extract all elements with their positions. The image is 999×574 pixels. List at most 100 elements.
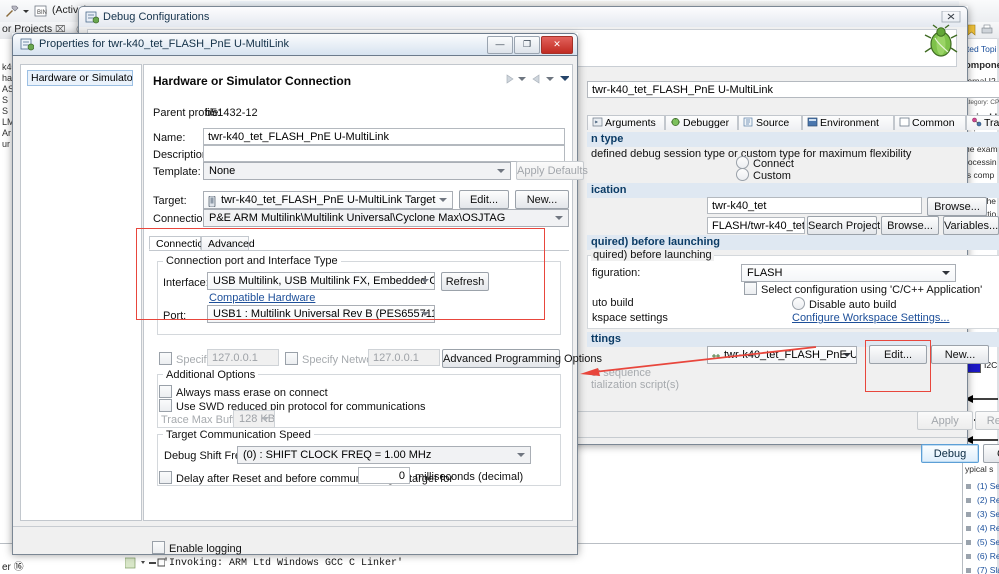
target-edit-button[interactable]: Edit... (459, 190, 509, 209)
bullet-icon (966, 498, 971, 503)
tab-source-label: Source (756, 117, 790, 129)
close-button[interactable]: Close (983, 444, 999, 463)
page-nav-arrows[interactable] (497, 72, 569, 86)
tab-advanced[interactable]: Advanced (201, 236, 255, 250)
delay-input[interactable]: 0 (358, 467, 410, 484)
help-view-toolbar (963, 22, 999, 39)
variables-button[interactable]: Variables... (943, 216, 999, 235)
tab-source[interactable]: Source (738, 115, 802, 130)
tab-debugger-label: Debugger (683, 117, 730, 129)
compatible-hardware-link[interactable]: Compatible Hardware (209, 292, 315, 304)
shift-freq-combo[interactable]: (0) : SHIFT CLOCK FREQ = 1.00 MHz (237, 446, 531, 464)
help-step-4[interactable]: (4) Rec (977, 523, 999, 533)
build-configuration-combo[interactable]: FLASH (741, 264, 956, 282)
maximize-button[interactable]: ❐ (514, 36, 540, 54)
interface-combo[interactable]: USB Multilink, USB Multilink FX, Embedde… (207, 272, 435, 290)
connection-type-combo[interactable]: P&E ARM Multilink\Multilink Universal\Cy… (203, 209, 569, 227)
debug-configurations-title: Debug Configurations (103, 11, 210, 23)
help-step-7[interactable]: (7) Slav (977, 565, 999, 574)
help-typical-sequence: ypical s (965, 464, 994, 474)
help-step-1[interactable]: (1) Sen (977, 481, 999, 491)
console-tab-label[interactable]: er ⑯ (2, 558, 24, 573)
tab-arguments[interactable]: Arguments (587, 115, 665, 130)
properties-dialog-title: Properties for twr-k40_tet_FLASH_PnE U-M… (39, 38, 290, 50)
advanced-programming-options-button[interactable]: Advanced Programming Options (442, 349, 602, 368)
console-toolbar-icons[interactable] (125, 557, 165, 569)
properties-titlebar[interactable]: Properties for twr-k40_tet_FLASH_PnE U-M… (12, 33, 578, 56)
application-browse-button[interactable]: Browse... (881, 216, 939, 235)
help-related-topics[interactable]: ited Topi (965, 44, 997, 54)
mass-erase-checkbox[interactable]: Always mass erase on connect (159, 385, 328, 399)
launch-config-name-input[interactable]: twr-k40_tet_FLASH_PnE U-MultiLink (587, 81, 999, 98)
help-step-2[interactable]: (2) Rec (977, 495, 999, 505)
common-icon (899, 117, 910, 127)
radio-icon[interactable] (736, 168, 749, 181)
close-button[interactable]: ✕ (541, 36, 573, 54)
radio-disable-auto-build[interactable]: Disable auto build (792, 297, 896, 311)
project-browse-button[interactable]: Browse... (927, 197, 987, 216)
help-step-6[interactable]: (6) Rec (977, 551, 999, 561)
application-input[interactable]: FLASH/twr-k40_tet.elf (707, 217, 805, 234)
debug-configurations-titlebar[interactable]: Debug Configurations (78, 6, 968, 27)
minimize-button[interactable]: — (487, 36, 513, 54)
tab-environment[interactable]: Environment (802, 115, 894, 130)
properties-icon (20, 38, 34, 51)
revert-button[interactable]: Revert (975, 411, 999, 430)
checkbox-icon[interactable] (159, 352, 172, 365)
swd-label: Use SWD reduced pin protocol for communi… (176, 401, 426, 413)
template-combo[interactable]: None (203, 162, 511, 180)
description-input[interactable] (203, 145, 565, 162)
apply-button[interactable]: Apply (917, 411, 973, 430)
tab-common[interactable]: Common (894, 115, 966, 130)
delay-units-label: milliseconds (decimal) (415, 471, 524, 483)
specify-ip-input[interactable]: 127.0.0.1 (207, 349, 279, 366)
auto-build-label: uto build (592, 297, 634, 309)
target-new-button[interactable]: New... (515, 190, 569, 209)
sidebar-item-hardware-connection[interactable]: Hardware or Simulator Conn (27, 70, 133, 86)
specify-network-card-input[interactable]: 127.0.0.1 (368, 349, 440, 366)
bullet-icon (966, 554, 971, 559)
refresh-button[interactable]: Refresh (441, 272, 489, 291)
checkbox-icon[interactable] (285, 352, 298, 365)
swd-checkbox[interactable]: Use SWD reduced pin protocol for communi… (159, 399, 425, 413)
init-script-label: tialization script(s) (591, 379, 680, 391)
checkbox-icon[interactable] (159, 385, 172, 398)
tab-common-label: Common (912, 117, 955, 129)
chevron-down-icon[interactable] (21, 3, 30, 19)
name-input[interactable]: twr-k40_tet_FLASH_PnE U-MultiLink (203, 128, 565, 145)
apply-defaults-button[interactable]: Apply Defaults (516, 161, 588, 180)
select-config-checkbox[interactable]: Select configuration using 'C/C++ Applic… (744, 282, 982, 296)
checkbox-icon[interactable] (744, 282, 757, 295)
trace-buffer-value: 128 KB (239, 413, 275, 425)
config-icon[interactable]: BIN (33, 3, 49, 19)
trace-buffer-combo[interactable]: 128 KB (233, 410, 275, 428)
settings-new-button[interactable]: New... (931, 345, 989, 364)
debug-button[interactable]: Debug (921, 444, 979, 463)
port-combo[interactable]: USB1 : Multilink Universal Rev B (PES655… (207, 305, 435, 323)
connection-settings-combo[interactable]: twr-k40_tet_FLASH_PnE U-MultiLink (707, 346, 857, 364)
radio-custom[interactable]: Custom (736, 168, 791, 182)
checkbox-icon[interactable] (159, 399, 172, 412)
help-body-2: rocessin (965, 157, 997, 167)
tab-connection[interactable]: Connection (149, 236, 209, 250)
help-step-5[interactable]: (5) Sen (977, 537, 999, 547)
enable-logging-checkbox[interactable]: Enable logging (152, 541, 242, 555)
radio-icon[interactable] (792, 297, 805, 310)
debug-dialog-close-icon[interactable] (941, 11, 961, 23)
svg-text:BIN: BIN (37, 10, 47, 16)
print-icon[interactable] (981, 24, 993, 36)
port-label: Port: (163, 310, 187, 322)
search-project-button[interactable]: Search Project... (807, 216, 889, 235)
checkbox-icon[interactable] (159, 471, 172, 484)
configure-workspace-settings-link[interactable]: Configure Workspace Settings... (792, 312, 950, 324)
tab-debugger[interactable]: Debugger (665, 115, 738, 130)
bullet-icon (966, 512, 971, 517)
settings-header: ttings (591, 333, 621, 345)
build-hammer-icon[interactable] (4, 3, 20, 19)
target-combo[interactable]: twr-k40_tet_FLASH_PnE U-MultiLink Target (203, 191, 453, 209)
settings-edit-button[interactable]: Edit... (869, 345, 927, 364)
help-step-3[interactable]: (3) Sen (977, 509, 999, 519)
checkbox-icon[interactable] (152, 541, 165, 554)
tab-trace-and-profile[interactable]: Trace and Profile (966, 115, 999, 130)
project-input[interactable]: twr-k40_tet (707, 197, 922, 214)
